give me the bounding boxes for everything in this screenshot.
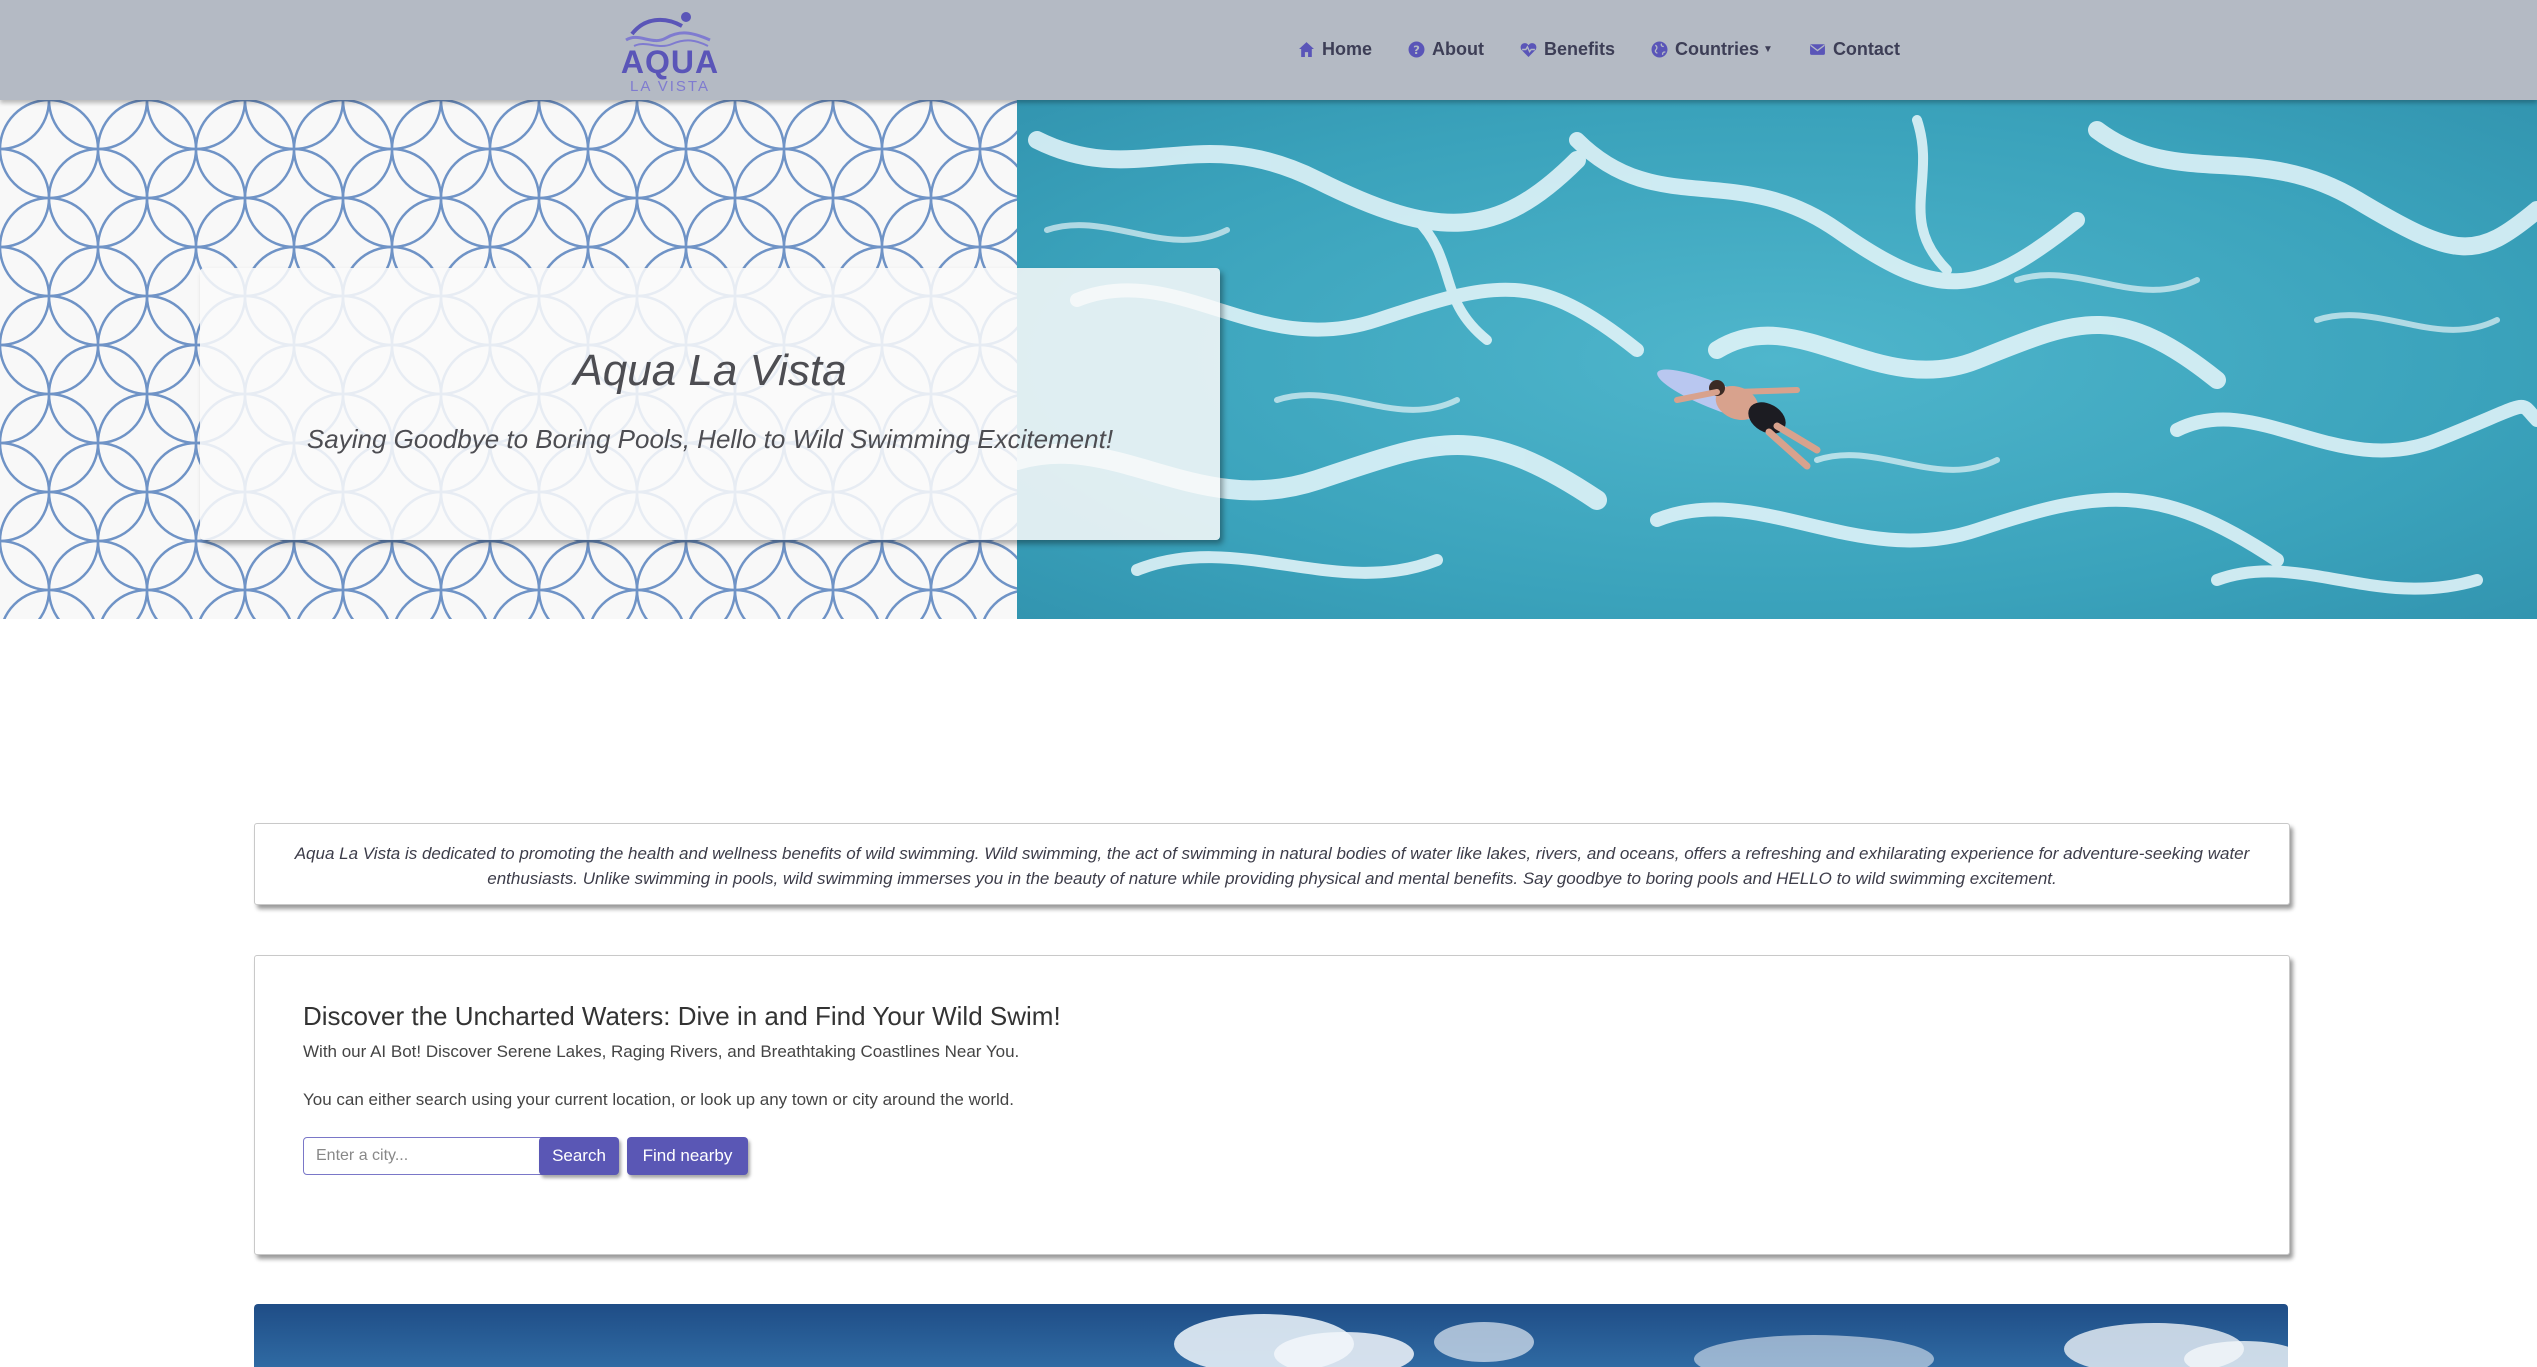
discover-card: Discover the Uncharted Waters: Dive in a… xyxy=(254,955,2290,1255)
discover-title: Discover the Uncharted Waters: Dive in a… xyxy=(303,1001,1061,1031)
globe-icon xyxy=(1651,41,1668,57)
chevron-down-icon: ▼ xyxy=(1763,43,1773,55)
question-circle-icon: ? xyxy=(1408,41,1425,57)
main-nav: Home ? About Benefits Countries ▼ Contac… xyxy=(1298,34,1936,64)
hero-card: Aqua La Vista Saying Goodbye to Boring P… xyxy=(200,268,1220,540)
home-icon xyxy=(1299,41,1314,57)
hero-subtitle: Saying Goodbye to Boring Pools, Hello to… xyxy=(306,424,1114,454)
hero-banner: Aqua La Vista Saying Goodbye to Boring P… xyxy=(0,100,2537,619)
discover-instructions: You can either search using your current… xyxy=(303,1090,1014,1109)
ocean-swimmer-photo xyxy=(1017,100,2537,619)
city-search-input[interactable] xyxy=(303,1137,551,1175)
find-nearby-button[interactable]: Find nearby xyxy=(627,1137,748,1175)
nav-benefits-label: Benefits xyxy=(1544,38,1616,59)
brand-subtitle: LA VISTA xyxy=(630,78,710,95)
search-button[interactable]: Search xyxy=(539,1137,619,1175)
nav-benefits[interactable]: Benefits xyxy=(1520,39,1615,60)
nav-about-label: About xyxy=(1432,38,1484,59)
hero-title: Aqua La Vista xyxy=(573,346,847,395)
intro-text: Aqua La Vista is dedicated to promoting … xyxy=(294,844,2250,888)
brand-logo[interactable]: AQUA LA VISTA xyxy=(620,10,720,95)
nav-contact[interactable]: Contact xyxy=(1809,39,1900,60)
brand-title: AQUA xyxy=(620,44,720,80)
top-navbar: AQUA LA VISTA Home ? About Benefits Coun… xyxy=(0,0,2537,100)
nav-home-label: Home xyxy=(1322,38,1373,59)
intro-card: Aqua La Vista is dedicated to promoting … xyxy=(254,823,2290,905)
svg-text:?: ? xyxy=(1413,42,1420,56)
nav-countries-label: Countries xyxy=(1675,38,1760,59)
discover-description: With our AI Bot! Discover Serene Lakes, … xyxy=(303,1042,1020,1061)
sky-image-art xyxy=(254,1304,2288,1367)
sky-banner-image xyxy=(254,1304,2288,1367)
ocean-photo-art xyxy=(1017,100,2537,619)
nav-about[interactable]: ? About xyxy=(1408,39,1484,60)
nav-countries-dropdown[interactable]: Countries ▼ xyxy=(1651,39,1773,60)
nav-home[interactable]: Home xyxy=(1298,39,1372,60)
heart-pulse-icon xyxy=(1520,42,1537,57)
nav-contact-label: Contact xyxy=(1832,38,1900,59)
envelope-icon xyxy=(1810,43,1825,55)
